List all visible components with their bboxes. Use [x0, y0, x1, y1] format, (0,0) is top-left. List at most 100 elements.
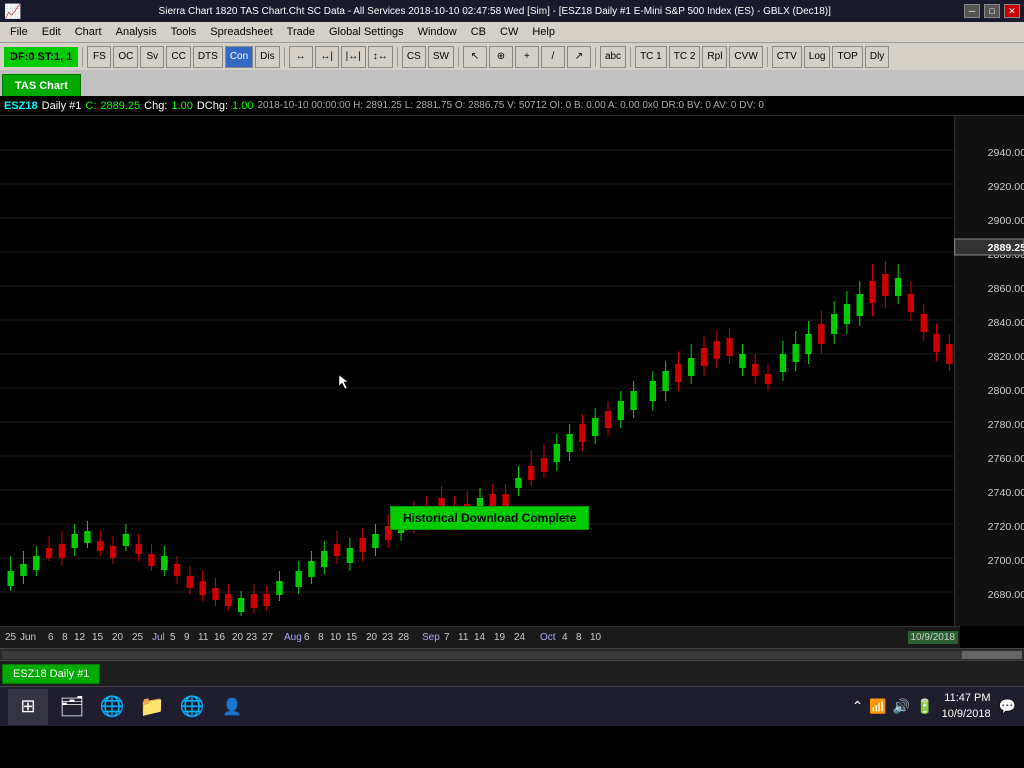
menu-cw[interactable]: CW: [494, 25, 524, 39]
info-meta: 2018-10-10 00:00:00 H: 2891.25 L: 2881.7…: [257, 100, 763, 111]
tb-abc[interactable]: abc: [600, 46, 626, 68]
x-label: 19: [494, 632, 505, 643]
edge-icon[interactable]: 🌐: [96, 691, 128, 723]
menu-file[interactable]: File: [4, 25, 34, 39]
x-label: 6: [304, 632, 310, 643]
clock-date: 10/9/2018: [942, 707, 991, 722]
tb-sv[interactable]: Sv: [140, 46, 164, 68]
scrollbar-thumb[interactable]: [962, 651, 1022, 659]
svg-text:2720.00: 2720.00: [988, 522, 1024, 533]
info-dchg-label: DChg:: [197, 100, 228, 112]
svg-text:2860.00: 2860.00: [988, 284, 1024, 295]
tb-cs[interactable]: CS: [402, 46, 426, 68]
x-label: 25: [132, 632, 143, 643]
tray-up-icon[interactable]: ⌃: [852, 698, 864, 715]
x-label: 20: [366, 632, 377, 643]
maximize-button[interactable]: □: [984, 4, 1000, 18]
notification-icon[interactable]: 💬: [999, 698, 1016, 715]
svg-text:2889.25: 2889.25: [988, 243, 1024, 254]
svg-text:2820.00: 2820.00: [988, 352, 1024, 363]
info-chg-label: Chg:: [144, 100, 167, 112]
menu-window[interactable]: Window: [412, 25, 463, 39]
svg-text:2800.00: 2800.00: [988, 386, 1024, 397]
tb-top[interactable]: TOP: [832, 46, 862, 68]
tb-draw[interactable]: /: [541, 46, 565, 68]
info-symbol: ESZ18: [4, 100, 38, 112]
hist-download-banner: Historical Download Complete: [390, 506, 589, 530]
tb-tc1[interactable]: TC 1: [635, 46, 667, 68]
tb-cvw[interactable]: CVW: [729, 46, 762, 68]
bottom-chart-tab[interactable]: ESZ18 Daily #1: [2, 664, 100, 684]
tb-tc2[interactable]: TC 2: [669, 46, 701, 68]
toolbar-sep4: [458, 47, 459, 67]
svg-text:2940.00: 2940.00: [988, 148, 1024, 159]
info-timeframe: Daily #1: [42, 100, 82, 112]
taskbar: ⊞ 🗂 🌐 📁 🌐 👤 ⌃ 📶 🔊 🔋 11:47 PM 10/9/2018 💬: [0, 686, 1024, 726]
h-scrollbar[interactable]: [0, 648, 1024, 660]
tray-network[interactable]: 📶: [869, 698, 886, 715]
toolbar: DF:0 ST:1, 1 FS OC Sv CC DTS Con Dis ↔ ↔…: [0, 42, 1024, 70]
tb-plus[interactable]: +: [515, 46, 539, 68]
tb-fs[interactable]: FS: [87, 46, 111, 68]
menu-global-settings[interactable]: Global Settings: [323, 25, 410, 39]
browser-icon[interactable]: 🌐: [176, 691, 208, 723]
explorer-icon[interactable]: 📁: [136, 691, 168, 723]
tb-sw[interactable]: SW: [428, 46, 454, 68]
tb-dly[interactable]: Dly: [865, 46, 889, 68]
tb-oc[interactable]: OC: [113, 46, 138, 68]
menu-edit[interactable]: Edit: [36, 25, 67, 39]
menu-help[interactable]: Help: [526, 25, 561, 39]
tb-arrow[interactable]: ↗: [567, 46, 591, 68]
svg-text:2900.00: 2900.00: [988, 216, 1024, 227]
menu-tools[interactable]: Tools: [165, 25, 203, 39]
app-icon: 📈: [4, 3, 21, 20]
toolbar-sep2: [284, 47, 285, 67]
close-button[interactable]: ✕: [1004, 4, 1020, 18]
svg-text:2680.00: 2680.00: [988, 590, 1024, 601]
tb-con[interactable]: Con: [225, 46, 253, 68]
tb-zoom-hl[interactable]: ↔|: [315, 46, 339, 68]
minimize-button[interactable]: ─: [964, 4, 980, 18]
scrollbar-track[interactable]: [2, 651, 1022, 659]
svg-text:2780.00: 2780.00: [988, 420, 1024, 431]
x-label: 6: [48, 632, 54, 643]
start-button[interactable]: ⊞: [8, 689, 48, 725]
tb-zoom-vf[interactable]: ↕↔: [368, 46, 393, 68]
tb-zoom-fit[interactable]: |↔|: [341, 46, 366, 68]
tb-crosshair[interactable]: ⊕: [489, 46, 513, 68]
tray-volume[interactable]: 🔊: [893, 698, 910, 715]
x-label: 8: [318, 632, 324, 643]
chart-container[interactable]: 2940.00 2920.00 2900.00 2880.00 2860.00 …: [0, 116, 1024, 626]
tb-cursor[interactable]: ↖: [463, 46, 487, 68]
x-label: 27: [262, 632, 273, 643]
task-view-icon[interactable]: 🗂: [56, 691, 88, 723]
tray-area: ⌃ 📶 🔊 🔋: [852, 698, 934, 715]
toolbar-sep1: [82, 47, 83, 67]
x-label: 15: [346, 632, 357, 643]
chart-tab[interactable]: TAS Chart: [2, 74, 81, 96]
tab-bar: TAS Chart: [0, 70, 1024, 96]
menu-chart[interactable]: Chart: [69, 25, 108, 39]
svg-text:2840.00: 2840.00: [988, 318, 1024, 329]
tb-cc[interactable]: CC: [166, 46, 190, 68]
x-label-jul: Jul: [152, 632, 165, 643]
tb-rpl[interactable]: Rpl: [702, 46, 727, 68]
tray-battery[interactable]: 🔋: [916, 698, 933, 715]
app-icon-2[interactable]: 👤: [216, 691, 248, 723]
info-chg-val: 1.00: [171, 100, 192, 112]
tb-dis[interactable]: Dis: [255, 46, 279, 68]
x-label: 4: [562, 632, 568, 643]
tb-dts[interactable]: DTS: [193, 46, 223, 68]
svg-text:2760.00: 2760.00: [988, 454, 1024, 465]
menu-trade[interactable]: Trade: [281, 25, 321, 39]
menu-cb[interactable]: CB: [465, 25, 492, 39]
menu-spreadsheet[interactable]: Spreadsheet: [204, 25, 278, 39]
clock[interactable]: 11:47 PM 10/9/2018: [942, 691, 991, 722]
menu-analysis[interactable]: Analysis: [110, 25, 163, 39]
x-label: 23: [246, 632, 257, 643]
x-label: 16: [214, 632, 225, 643]
tb-log[interactable]: Log: [804, 46, 831, 68]
tb-zoom-h[interactable]: ↔: [289, 46, 313, 68]
x-label-jun: Jun: [20, 632, 36, 643]
tb-ctv[interactable]: CTV: [772, 46, 802, 68]
